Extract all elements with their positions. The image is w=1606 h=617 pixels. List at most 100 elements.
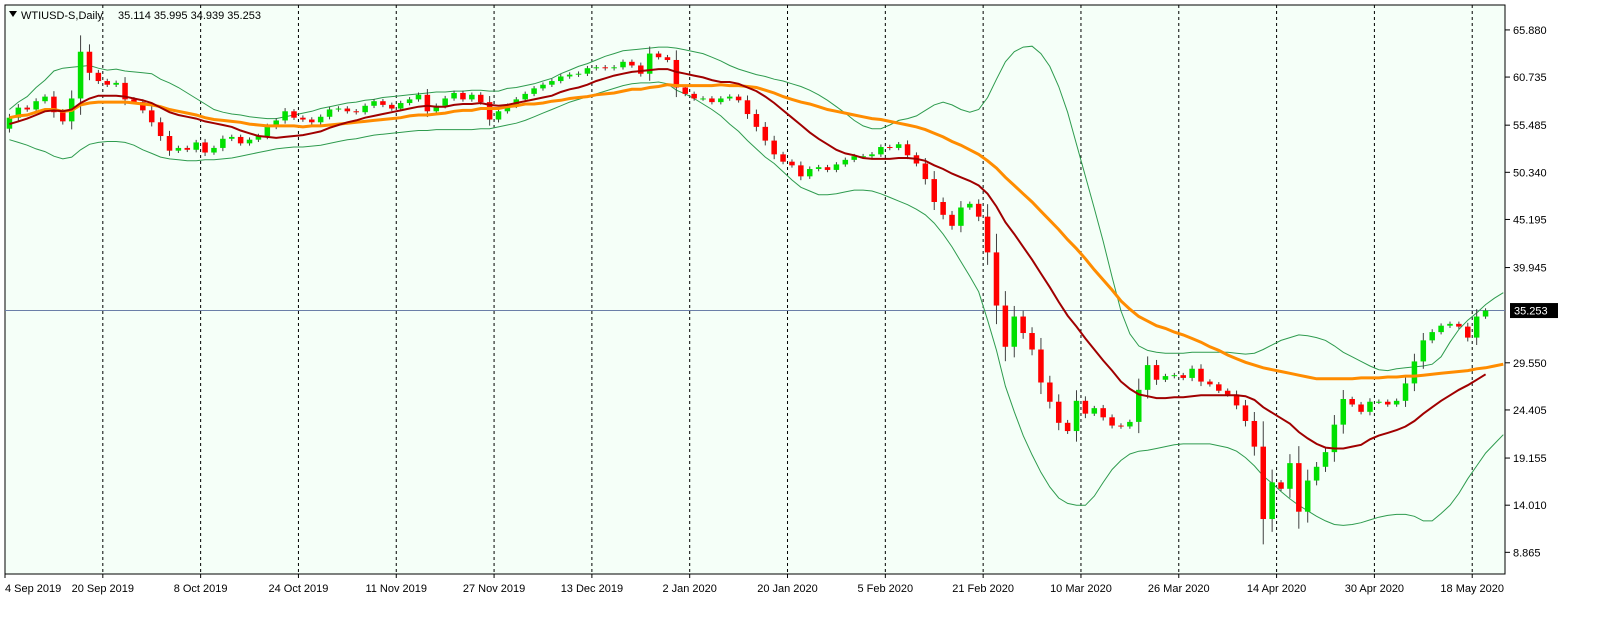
x-tick-label: 10 Mar 2020 — [1050, 583, 1112, 595]
candle-body — [246, 139, 253, 144]
candle-body — [175, 147, 182, 151]
candle-body — [1082, 400, 1089, 414]
candle-body — [602, 67, 608, 69]
candle-body — [984, 216, 991, 253]
candle-body — [798, 165, 804, 177]
candle-body — [1180, 375, 1186, 378]
candle-body — [469, 94, 475, 100]
candle-body — [1189, 368, 1195, 378]
y-tick-label: 24.405 — [1513, 405, 1547, 417]
x-tick-label: 27 Nov 2019 — [463, 583, 525, 595]
candle-body — [1198, 368, 1204, 382]
candle-body — [424, 94, 431, 112]
candle-body — [193, 142, 199, 150]
candle-body — [522, 93, 528, 100]
candle-body — [1376, 401, 1382, 403]
y-tick-label: 45.195 — [1513, 214, 1547, 226]
candle-body — [202, 142, 208, 153]
candle-body — [1420, 340, 1427, 362]
candle-body — [344, 108, 351, 112]
candle-body — [566, 74, 573, 77]
candle-body — [540, 84, 546, 89]
candle-body — [371, 101, 377, 106]
candle-body — [682, 87, 689, 94]
candle-body — [1109, 417, 1115, 426]
candle-body — [1224, 390, 1231, 395]
candle-body — [282, 111, 288, 121]
candle-body — [531, 88, 537, 94]
candle-body — [842, 159, 849, 165]
candle-body — [1118, 425, 1124, 427]
y-tick-label: 55.485 — [1513, 120, 1547, 132]
candle-body — [60, 112, 66, 122]
candle-body — [1296, 463, 1302, 512]
candle-body — [353, 111, 359, 113]
y-tick-label: 39.945 — [1513, 263, 1547, 275]
candle-body — [815, 167, 822, 170]
candle-body — [220, 138, 226, 148]
candle-body — [1304, 480, 1311, 512]
candle-body — [1287, 463, 1293, 489]
candle-body — [495, 111, 502, 120]
candle-body — [806, 169, 813, 177]
candle-body — [1358, 404, 1364, 412]
candle-body — [744, 100, 751, 115]
candle-body — [1278, 482, 1284, 489]
candle-body — [166, 136, 173, 151]
x-tick-label: 8 Oct 2019 — [174, 583, 228, 595]
candle-body — [655, 53, 662, 58]
candle-body — [593, 67, 600, 69]
candle-body — [824, 167, 831, 170]
candle-body — [77, 51, 84, 99]
candle-body — [1313, 466, 1320, 481]
candle-body — [184, 147, 191, 150]
candle-body — [362, 105, 368, 113]
candle-body — [1447, 323, 1453, 326]
candle-body — [1207, 381, 1213, 385]
candle-body — [1055, 401, 1062, 423]
x-tick-label: 20 Sep 2019 — [72, 583, 134, 595]
candle-body — [1260, 446, 1267, 520]
candle-body — [762, 126, 769, 141]
candle-body — [24, 107, 30, 110]
candle-body — [1011, 316, 1018, 347]
candle-body — [878, 147, 884, 155]
x-tick-label: 14 Apr 2020 — [1247, 583, 1306, 595]
ohlc-label: 35.114 35.995 34.939 35.253 — [118, 10, 261, 22]
candle-body — [406, 99, 413, 104]
candle-body — [104, 81, 111, 85]
candle-body — [967, 203, 973, 208]
candle-body — [415, 94, 422, 100]
candle-body — [1216, 384, 1222, 391]
candle-body — [1091, 408, 1098, 414]
candle-body — [460, 92, 466, 100]
candle-body — [922, 163, 929, 180]
y-tick-label: 19.155 — [1513, 453, 1547, 465]
candle-body — [584, 68, 591, 74]
candle-body — [451, 92, 457, 99]
candle-body — [95, 72, 102, 82]
candle-body — [993, 252, 1000, 306]
chart-header: WTIUSD-S,Daily 35.114 35.995 34.939 35.2… — [9, 10, 261, 22]
candle-body — [1002, 305, 1009, 347]
candle-body — [1465, 326, 1471, 338]
candle-body — [1402, 383, 1409, 401]
price-tag-label: 35.253 — [1514, 306, 1548, 318]
candle-body — [1144, 365, 1151, 390]
candle-body — [735, 96, 742, 101]
x-tick-label: 5 Feb 2020 — [858, 583, 914, 595]
candle-body — [691, 93, 697, 99]
candle-body — [1429, 332, 1435, 341]
candle-body — [718, 98, 724, 103]
y-tick-label: 60.735 — [1513, 72, 1547, 84]
candle-body — [1367, 401, 1373, 412]
candle-body — [211, 147, 217, 153]
price-tag: 35.253 — [1510, 303, 1558, 319]
x-tick-label: 11 Nov 2019 — [365, 583, 427, 595]
candle-body — [86, 51, 93, 73]
candle-body — [264, 126, 271, 137]
candle-body — [1482, 310, 1489, 317]
candle-body — [1242, 405, 1249, 421]
candle-body — [975, 203, 982, 217]
candle-body — [638, 65, 644, 74]
